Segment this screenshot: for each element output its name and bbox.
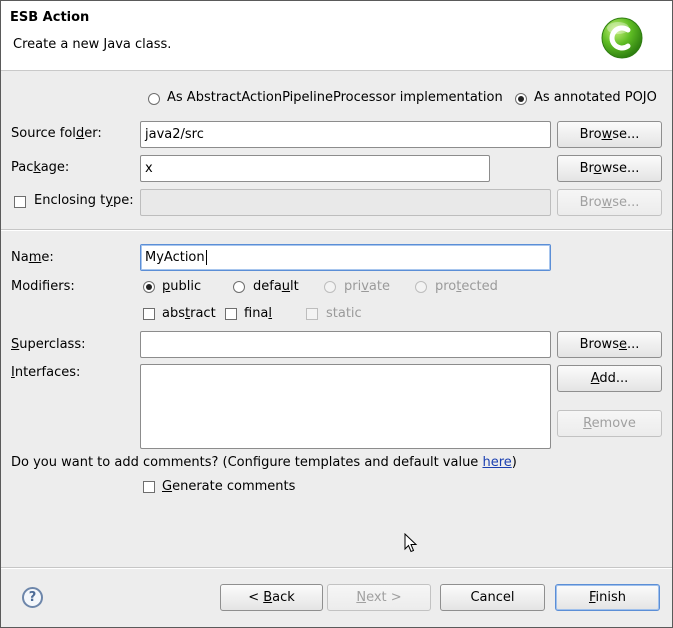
modifier-final-label[interactable]: final (244, 306, 272, 321)
footer-separator-highlight (1, 568, 672, 569)
modifiers-label: Modifiers: (11, 279, 75, 294)
modifier-private-radio[interactable] (324, 281, 336, 293)
package-label: Package: (11, 160, 70, 175)
superclass-browse-button[interactable]: Browse... (557, 331, 662, 358)
superclass-label: Superclass: (11, 337, 86, 352)
comments-question: Do you want to add comments? (Configure … (11, 455, 517, 470)
enclosing-type-input[interactable] (140, 189, 551, 216)
new-class-logo-icon (601, 17, 643, 59)
annotated-pojo-radio[interactable] (515, 93, 527, 105)
separator-highlight (1, 230, 672, 231)
modifier-default-label[interactable]: default (253, 279, 299, 294)
enclosing-type-browse-button[interactable]: Browse... (557, 189, 662, 216)
package-input[interactable]: x (140, 155, 490, 182)
modifier-public-radio[interactable] (143, 281, 155, 293)
name-input[interactable]: MyAction (140, 244, 551, 271)
wizard-header: ESB Action Create a new Java class. (1, 1, 672, 71)
wizard-description: Create a new Java class. (13, 37, 172, 52)
help-icon[interactable]: ? (22, 587, 43, 608)
modifier-protected-label[interactable]: protected (435, 279, 498, 294)
generate-comments-checkbox[interactable] (143, 481, 155, 493)
modifier-default-radio[interactable] (233, 281, 245, 293)
abstract-implementation-radio[interactable] (148, 93, 160, 105)
modifier-static-checkbox[interactable] (306, 308, 318, 320)
interfaces-label: Interfaces: (11, 365, 81, 380)
annotated-pojo-label[interactable]: As annotated POJO (534, 90, 657, 105)
modifier-static-label[interactable]: static (326, 306, 362, 321)
modifier-abstract-label[interactable]: abstract (162, 306, 216, 321)
add-interface-button[interactable]: Add... (557, 365, 662, 392)
enclosing-type-label[interactable]: Enclosing type: (34, 193, 134, 208)
wizard-window: ESB Action Create a new Java class. As A… (0, 0, 673, 628)
source-folder-browse-button[interactable]: Browse... (557, 121, 662, 148)
name-label: Name: (11, 250, 54, 265)
modifier-final-checkbox[interactable] (225, 308, 237, 320)
source-folder-input[interactable]: java2/src (140, 121, 551, 148)
modifier-abstract-checkbox[interactable] (143, 308, 155, 320)
superclass-input[interactable] (140, 331, 551, 358)
configure-templates-link[interactable]: here (482, 455, 511, 470)
mouse-pointer-icon (404, 533, 418, 553)
modifier-private-label[interactable]: private (344, 279, 390, 294)
remove-interface-button[interactable]: Remove (557, 410, 662, 437)
cancel-button[interactable]: Cancel (440, 584, 545, 611)
wizard-title: ESB Action (10, 10, 90, 25)
generate-comments-label[interactable]: Generate comments (162, 479, 295, 494)
modifier-protected-radio[interactable] (415, 281, 427, 293)
source-folder-label: Source folder: (11, 126, 102, 141)
finish-button[interactable]: Finish (555, 584, 660, 611)
package-browse-button[interactable]: Browse... (557, 155, 662, 182)
enclosing-type-checkbox[interactable] (14, 196, 26, 208)
next-button[interactable]: Next > (327, 584, 431, 611)
abstract-implementation-label[interactable]: As AbstractActionPipelineProcessor imple… (167, 90, 503, 105)
interfaces-list[interactable] (140, 364, 551, 449)
modifier-public-label[interactable]: public (162, 279, 201, 294)
back-button[interactable]: < Back (220, 584, 323, 611)
